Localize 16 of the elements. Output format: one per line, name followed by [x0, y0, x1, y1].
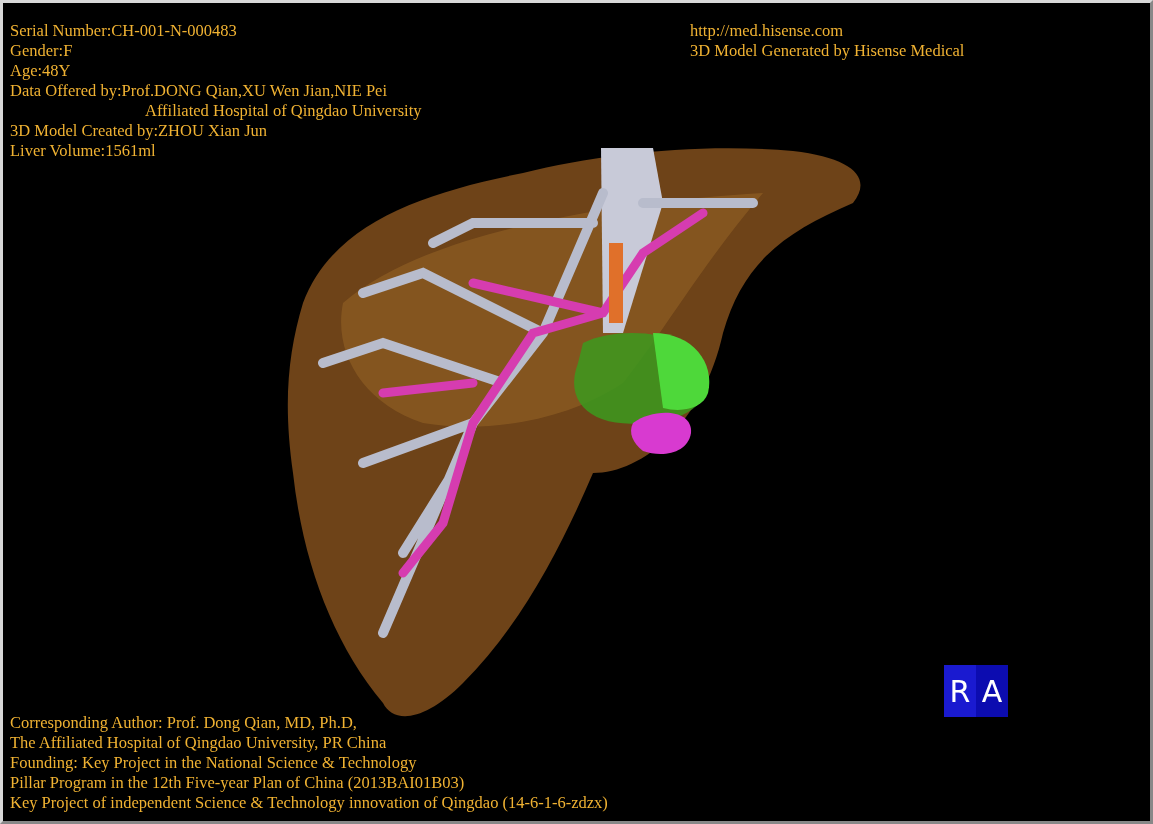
info-text: Pillar Program in the 12th Five-year Plan of China (2013BAI01B03) — [10, 773, 465, 793]
info-text: Age:48Y — [10, 61, 71, 81]
info-text: Gender:F — [10, 41, 73, 61]
info-text: Key Project of independent Science & Technology innovation of Qingdao (14-6-1-6-zdzx) — [10, 793, 608, 813]
info-text: Data Offered by:Prof.DONG Qian,XU Wen Jian,NIE Pei — [10, 81, 388, 101]
orientation-cube-face[interactable]: A — [976, 665, 1008, 717]
info-text: http://med.hisense.com — [690, 21, 844, 41]
info-text: Corresponding Author: Prof. Dong Qian, MD, Ph.D, — [10, 713, 357, 733]
info-text: Liver Volume:1561ml — [10, 141, 156, 161]
info-text: 3D Model Created by:ZHOU Xian Jun — [10, 121, 268, 141]
info-text: Affiliated Hospital of Qingdao University — [144, 101, 422, 121]
info-text: The Affiliated Hospital of Qingdao University, PR China — [10, 733, 387, 753]
info-text: 3D Model Generated by Hisense Medical — [690, 41, 965, 61]
orientation-cube-face[interactable]: R — [944, 665, 976, 717]
info-text: Serial Number:CH-001-N-000483 — [10, 21, 237, 41]
info-text: Founding: Key Project in the National Science & Technology — [10, 753, 417, 773]
